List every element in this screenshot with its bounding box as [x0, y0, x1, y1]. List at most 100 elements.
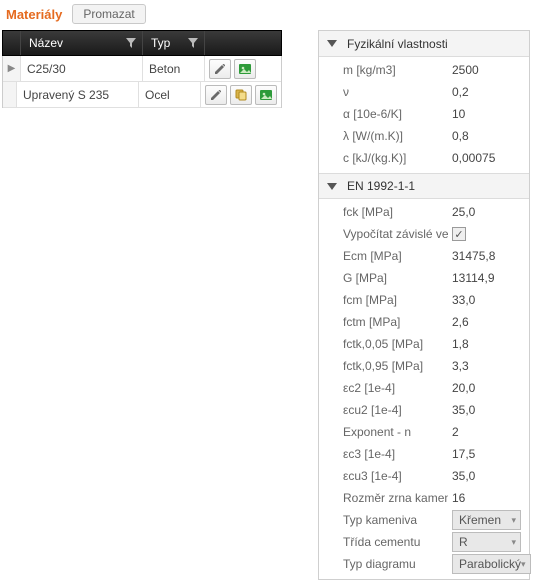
property-row: Typ diagramu Parabolický▾ — [319, 553, 529, 575]
property-label: λ [W/(m.K)] — [343, 129, 448, 143]
property-value[interactable]: 0,00075 — [452, 151, 521, 165]
property-row: εc2 [1e-4] 20,0 — [319, 377, 529, 399]
property-label: α [10e-6/K] — [343, 107, 448, 121]
property-value[interactable]: 2,6 — [452, 315, 521, 329]
collapse-icon — [327, 183, 337, 190]
dropdown[interactable]: Křemen ▾ — [452, 510, 521, 530]
row-selector[interactable]: ▶ — [3, 56, 21, 81]
property-value[interactable]: 16 — [452, 491, 521, 505]
table-row[interactable]: ▶ C25/30Beton — [3, 56, 281, 82]
dropdown-value: R — [459, 535, 468, 549]
filter-icon[interactable] — [126, 38, 136, 48]
property-label: Exponent - n — [343, 425, 448, 439]
cell-typ[interactable]: Ocel — [139, 82, 201, 107]
property-row: εcu3 [1e-4] 35,0 — [319, 465, 529, 487]
property-value[interactable]: 2 — [452, 425, 521, 439]
property-label: Ecm [MPa] — [343, 249, 448, 263]
group-title: EN 1992-1-1 — [347, 179, 415, 193]
property-label: εc2 [1e-4] — [343, 381, 448, 395]
property-row: Ecm [MPa] 31475,8 — [319, 245, 529, 267]
column-header-name[interactable]: Název — [21, 31, 143, 55]
group-header-en1992[interactable]: EN 1992-1-1 — [319, 173, 529, 199]
property-value[interactable]: 13114,9 — [452, 271, 521, 285]
property-value[interactable]: 31475,8 — [452, 249, 521, 263]
property-label: Vypočítat závislé veličiny — [343, 227, 448, 241]
pencil-icon — [213, 62, 227, 76]
edit-button[interactable] — [205, 85, 227, 105]
property-label: Typ kameniva — [343, 513, 448, 527]
dropdown[interactable]: Parabolický▾ — [452, 554, 531, 574]
property-value[interactable]: 3,3 — [452, 359, 521, 373]
caret-right-icon: ▶ — [8, 63, 16, 74]
materials-table-header: Název Typ — [2, 30, 282, 56]
chevron-down-icon: ▾ — [511, 537, 516, 548]
column-typ-label: Typ — [151, 36, 170, 50]
property-label: c [kJ/(kg.K)] — [343, 151, 448, 165]
property-row: G [MPa]13114,9 — [319, 267, 529, 289]
cell-typ[interactable]: Beton — [143, 56, 205, 81]
property-row: α [10e-6/K] 10 — [319, 103, 529, 125]
property-label: εcu2 [1e-4] — [343, 403, 448, 417]
cell-actions — [201, 82, 281, 107]
property-row: m [kg/m3] 2500 — [319, 59, 529, 81]
property-row: fctm [MPa] 2,6 — [319, 311, 529, 333]
property-row: c [kJ/(kg.K)] 0,00075 — [319, 147, 529, 169]
property-row: fck [MPa] 25,0 — [319, 201, 529, 223]
property-label: εcu3 [1e-4] — [343, 469, 448, 483]
pencil-icon — [209, 88, 223, 102]
property-value[interactable]: 1,8 — [452, 337, 521, 351]
property-value[interactable]: 17,5 — [452, 447, 521, 461]
property-value[interactable]: 2500 — [452, 63, 521, 77]
property-value[interactable]: 0,8 — [452, 129, 521, 143]
property-row: Třída cementuR▾ — [319, 531, 529, 553]
dropdown-value: Parabolický — [459, 557, 521, 571]
property-value[interactable]: 0,2 — [452, 85, 521, 99]
property-value[interactable]: 20,0 — [452, 381, 521, 395]
export-image-button[interactable] — [234, 59, 256, 79]
image-icon — [238, 62, 252, 76]
property-value[interactable]: 35,0 — [452, 403, 521, 417]
column-header-actions — [205, 31, 281, 55]
chevron-down-icon: ▾ — [521, 559, 526, 570]
dropdown[interactable]: R▾ — [452, 532, 521, 552]
property-row: fcm [MPa] 33,0 — [319, 289, 529, 311]
collapse-icon — [327, 40, 337, 47]
edit-button[interactable] — [209, 59, 231, 79]
property-row: εcu2 [1e-4] 35,0 — [319, 399, 529, 421]
property-value[interactable]: 33,0 — [452, 293, 521, 307]
property-row: Exponent - n 2 — [319, 421, 529, 443]
section-title: Materiály — [4, 5, 64, 24]
promazat-button[interactable]: Promazat — [72, 4, 145, 24]
dropdown-value: Křemen — [459, 513, 501, 527]
checkbox[interactable]: ✓ — [452, 227, 466, 241]
property-value[interactable]: 35,0 — [452, 469, 521, 483]
property-row: Vypočítat závislé veličiny ✓ — [319, 223, 529, 245]
duplicate-button[interactable] — [230, 85, 252, 105]
filter-icon[interactable] — [188, 38, 198, 48]
property-row: fctk,0,95 [MPa] 3,3 — [319, 355, 529, 377]
property-label: Rozměr zrna kameniva — [343, 491, 448, 505]
export-image-button[interactable] — [255, 85, 277, 105]
chevron-down-icon: ▾ — [511, 515, 516, 526]
property-row: Typ kameniva Křemen ▾ — [319, 509, 529, 531]
property-label: Typ diagramu — [343, 557, 448, 571]
property-label: Třída cementu — [343, 535, 448, 549]
group-header-physical[interactable]: Fyzikální vlastnosti — [319, 31, 529, 57]
property-value[interactable]: 10 — [452, 107, 521, 121]
property-value[interactable]: 25,0 — [452, 205, 521, 219]
property-label: fctk,0,95 [MPa] — [343, 359, 448, 373]
row-selector[interactable] — [3, 82, 17, 107]
cell-name[interactable]: C25/30 — [21, 56, 143, 81]
property-label: fcm [MPa] — [343, 293, 448, 307]
column-header-typ[interactable]: Typ — [143, 31, 205, 55]
property-row: Rozměr zrna kameniva 16 — [319, 487, 529, 509]
property-label: ν — [343, 85, 448, 99]
row-selector-header — [3, 31, 21, 55]
property-row: λ [W/(m.K)] 0,8 — [319, 125, 529, 147]
cell-name[interactable]: Upravený S 235 — [17, 82, 139, 107]
property-label: fctm [MPa] — [343, 315, 448, 329]
property-label: fck [MPa] — [343, 205, 448, 219]
property-label: m [kg/m3] — [343, 63, 448, 77]
property-row: εc3 [1e-4]17,5 — [319, 443, 529, 465]
table-row[interactable]: Upravený S 235Ocel — [3, 82, 281, 108]
